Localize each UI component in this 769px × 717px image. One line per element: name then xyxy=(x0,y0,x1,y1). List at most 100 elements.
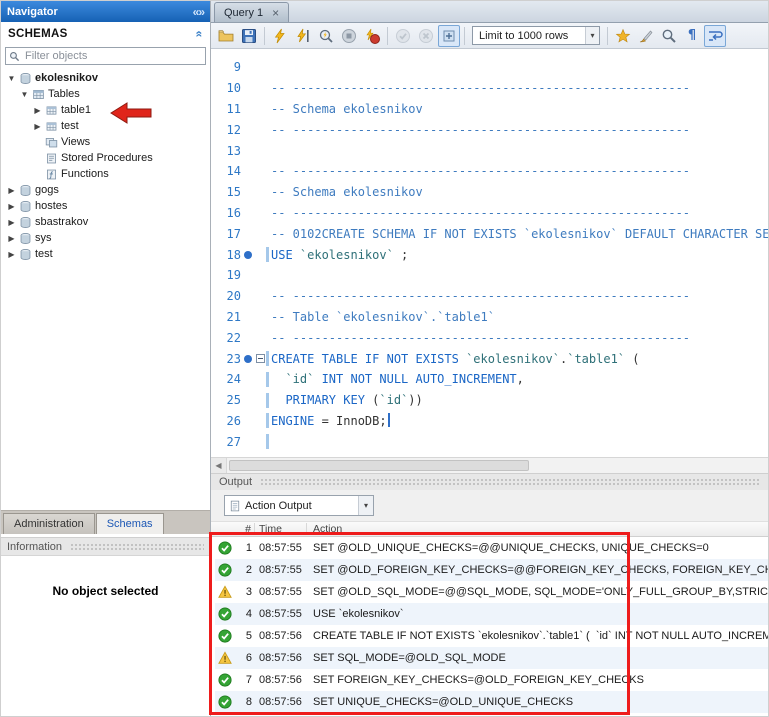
statement-marker xyxy=(241,355,255,363)
status-warning-icon xyxy=(215,651,239,665)
rollback-icon xyxy=(418,28,434,44)
beautify-button[interactable] xyxy=(612,25,634,47)
tree-item-functions[interactable]: Functions xyxy=(1,166,210,182)
toggle-autocommit-button[interactable] xyxy=(438,25,460,47)
find-button[interactable] xyxy=(658,25,680,47)
line-number: 17 xyxy=(211,227,241,241)
toggle-stop-on-error-button[interactable] xyxy=(361,25,383,47)
fold-minus-icon[interactable] xyxy=(256,354,265,363)
tree-item-stored-procedures[interactable]: Stored Procedures xyxy=(1,150,210,166)
collapse-section-icon[interactable]: « xyxy=(193,30,207,37)
code-line-16[interactable]: 16-- -----------------------------------… xyxy=(211,203,768,224)
tree-item-table1[interactable]: ▶table1 xyxy=(1,102,210,118)
code-line-9[interactable]: 9 xyxy=(211,57,768,78)
filter-box[interactable] xyxy=(5,47,206,65)
code-line-23[interactable]: 23CREATE TABLE IF NOT EXISTS `ekolesniko… xyxy=(211,348,768,369)
output-row[interactable]: 108:57:55SET @OLD_UNIQUE_CHECKS=@@UNIQUE… xyxy=(215,537,768,559)
sql-code-editor[interactable]: 910-- ----------------------------------… xyxy=(211,49,768,457)
limit-rows-select[interactable]: Limit to 1000 rows▾ xyxy=(472,26,600,45)
code-line-15[interactable]: 15-- Schema ekolesnikov xyxy=(211,182,768,203)
clean-button[interactable] xyxy=(635,25,657,47)
open-script-button[interactable] xyxy=(215,25,237,47)
row-time: 08:57:55 xyxy=(255,586,307,598)
tree-item-ekolesnikov[interactable]: ▼ekolesnikov xyxy=(1,70,210,86)
row-action: SET SQL_MODE=@OLD_SQL_MODE xyxy=(307,652,768,664)
output-row[interactable]: 308:57:55SET @OLD_SQL_MODE=@@SQL_MODE, S… xyxy=(215,581,768,603)
tree-item-test[interactable]: ▶ test xyxy=(1,246,210,262)
tree-item-label: sys xyxy=(35,232,52,244)
output-row[interactable]: 708:57:56SET FOREIGN_KEY_CHECKS=@OLD_FOR… xyxy=(215,669,768,691)
toggle-invisible-chars-button[interactable]: ¶ xyxy=(681,25,703,47)
tree-item-tables[interactable]: ▼ Tables xyxy=(1,86,210,102)
stop-on-error-icon xyxy=(364,28,380,44)
code-line-21[interactable]: 21-- Table `ekolesnikov`.`table1` xyxy=(211,307,768,328)
rollback-button[interactable] xyxy=(415,25,437,47)
tree-item-label: Tables xyxy=(48,88,80,100)
output-row[interactable]: 508:57:56CREATE TABLE IF NOT EXISTS `eko… xyxy=(215,625,768,647)
close-icon[interactable]: × xyxy=(272,7,279,19)
chevron-collapsed-icon[interactable]: ▶ xyxy=(5,218,18,227)
tab-schemas[interactable]: Schemas xyxy=(96,513,164,534)
code-line-26[interactable]: 26ENGINE = InnoDB; xyxy=(211,411,768,432)
code-line-14[interactable]: 14-- -----------------------------------… xyxy=(211,161,768,182)
tree-item-gogs[interactable]: ▶gogs xyxy=(1,182,210,198)
tree-item-sys[interactable]: ▶ sys xyxy=(1,230,210,246)
chevron-collapsed-icon[interactable]: ▶ xyxy=(5,186,18,195)
execute-button[interactable] xyxy=(269,25,291,47)
chevron-collapsed-icon[interactable]: ▶ xyxy=(5,250,18,259)
chevron-collapsed-icon[interactable]: ▶ xyxy=(5,202,18,211)
commit-button[interactable] xyxy=(392,25,414,47)
code-text: -- Schema ekolesnikov xyxy=(271,185,768,199)
output-type-select[interactable]: Action Output ▾ xyxy=(224,495,374,516)
document-icon xyxy=(229,500,241,512)
tree-item-label: Stored Procedures xyxy=(61,152,153,164)
code-text: `id` INT NOT NULL AUTO_INCREMENT, xyxy=(271,372,768,386)
code-line-13[interactable]: 13 xyxy=(211,140,768,161)
chevron-expanded-icon[interactable]: ▼ xyxy=(18,90,31,99)
execute-current-statement-button[interactable] xyxy=(292,25,314,47)
row-index: 3 xyxy=(239,586,255,598)
code-line-20[interactable]: 20-- -----------------------------------… xyxy=(211,286,768,307)
code-line-19[interactable]: 19 xyxy=(211,265,768,286)
chevron-collapsed-icon[interactable]: ▶ xyxy=(5,234,18,243)
chevron-expanded-icon[interactable]: ▼ xyxy=(5,74,18,83)
schemas-header-label: SCHEMAS xyxy=(8,28,68,40)
explain-button[interactable] xyxy=(315,25,337,47)
tab-administration[interactable]: Administration xyxy=(3,513,95,534)
code-line-22[interactable]: 22-- -----------------------------------… xyxy=(211,327,768,348)
tree-item-test[interactable]: ▶test xyxy=(1,118,210,134)
code-line-27[interactable]: 27 xyxy=(211,431,768,452)
code-line-24[interactable]: 24 `id` INT NOT NULL AUTO_INCREMENT, xyxy=(211,369,768,390)
stop-button[interactable] xyxy=(338,25,360,47)
tree-item-label: test xyxy=(35,248,53,260)
output-row[interactable]: 208:57:55SET @OLD_FOREIGN_KEY_CHECKS=@@F… xyxy=(215,559,768,581)
code-line-18[interactable]: 18USE `ekolesnikov` ; xyxy=(211,244,768,265)
toggle-wrap-text-button[interactable] xyxy=(704,25,726,47)
filter-objects-input[interactable] xyxy=(23,49,202,63)
output-toolbar: Action Output ▾ xyxy=(211,490,768,522)
mysql-workbench-window: Navigator «» SCHEMAS « ▼ekolesnikov▼Tabl… xyxy=(0,0,769,717)
output-row[interactable]: 408:57:55USE `ekolesnikov` xyxy=(215,603,768,625)
code-line-12[interactable]: 12-- -----------------------------------… xyxy=(211,119,768,140)
code-line-25[interactable]: 25 PRIMARY KEY (`id`)) xyxy=(211,390,768,411)
schema-icon xyxy=(18,216,33,229)
output-row[interactable]: 808:57:56SET UNIQUE_CHECKS=@OLD_UNIQUE_C… xyxy=(215,691,768,713)
collapse-panel-icon[interactable]: «» xyxy=(193,5,204,19)
tree-item-hostes[interactable]: ▶hostes xyxy=(1,198,210,214)
scroll-left-icon[interactable]: ◀ xyxy=(211,458,227,473)
tab-query-1[interactable]: Query 1 × xyxy=(214,2,289,22)
open-folder-icon xyxy=(218,28,234,44)
code-line-11[interactable]: 11-- Schema ekolesnikov xyxy=(211,99,768,120)
output-row[interactable]: 608:57:56SET SQL_MODE=@OLD_SQL_MODE xyxy=(215,647,768,669)
code-line-10[interactable]: 10-- -----------------------------------… xyxy=(211,78,768,99)
code-line-17[interactable]: 17-- 0102CREATE SCHEMA IF NOT EXISTS `ek… xyxy=(211,223,768,244)
editor-horizontal-scrollbar[interactable]: ◀ xyxy=(211,457,768,473)
chevron-collapsed-icon[interactable]: ▶ xyxy=(31,106,44,115)
tree-item-sbastrakov[interactable]: ▶sbastrakov xyxy=(1,214,210,230)
save-script-button[interactable] xyxy=(238,25,260,47)
change-bar-mark xyxy=(266,372,269,387)
scrollbar-thumb[interactable] xyxy=(229,460,529,471)
find-icon xyxy=(661,28,677,44)
tree-item-views[interactable]: Views xyxy=(1,134,210,150)
chevron-collapsed-icon[interactable]: ▶ xyxy=(31,122,44,131)
